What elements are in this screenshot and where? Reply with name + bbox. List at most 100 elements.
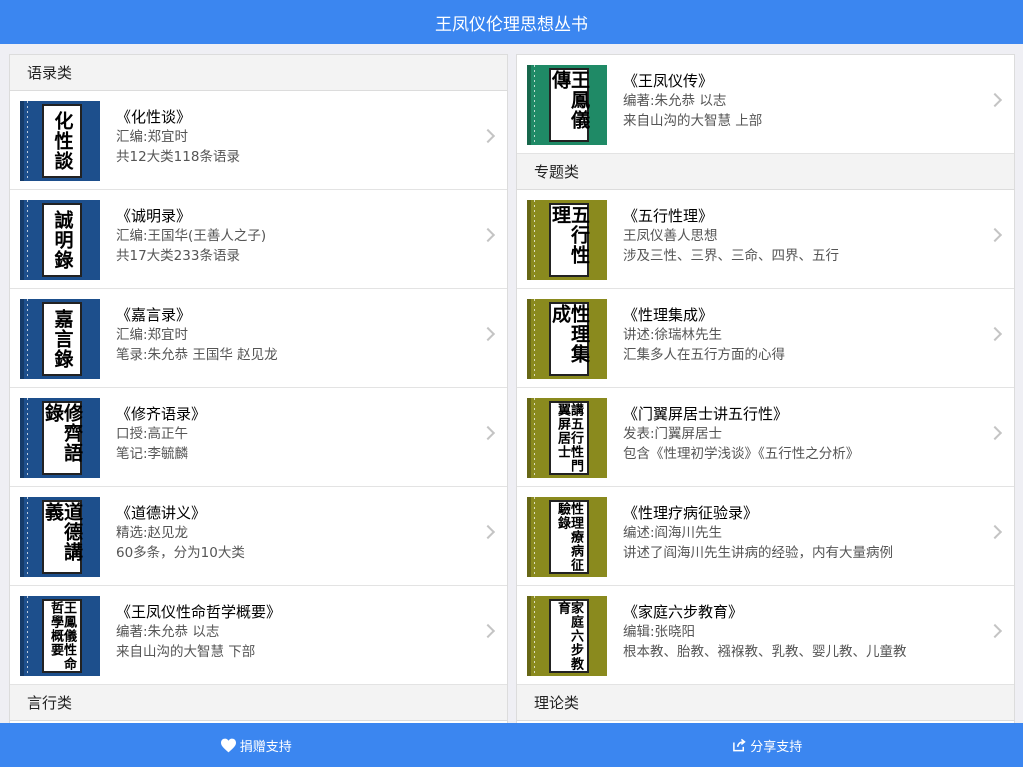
book-cover-title: 五行性理 — [549, 203, 590, 277]
book-title: 《王凤仪性命哲学概要》 — [116, 603, 282, 621]
book-title: 《门翼屏居士讲五行性》 — [623, 405, 789, 423]
section-title: 言行类 — [27, 694, 73, 712]
book-author: 编著:朱允恭 以志 — [623, 93, 727, 109]
book-item-wangfengyizhuan[interactable]: 王鳳儀傳 《王凤仪传》 编著:朱允恭 以志 来自山沟的大智慧 上部 — [517, 55, 1014, 154]
left-column: 语录类 化性談 《化性谈》 汇编:郑宜时 共12大类118条语录 誠明錄 《诚明… — [9, 54, 508, 734]
book-description: 根本教、胎教、襁褓教、乳教、婴儿教、儿童教 — [623, 644, 907, 660]
donate-label: 捐赠支持 — [239, 739, 292, 755]
app-header: 王凤仪伦理思想丛书 — [0, 0, 1023, 44]
chevron-right-icon — [480, 326, 496, 342]
book-description: 笔录:朱允恭 王国华 赵见龙 — [116, 347, 278, 363]
book-title: 《诚明录》 — [116, 207, 192, 225]
section-header-theory: 理论类 — [517, 685, 1014, 721]
book-cover-title: 家庭六步教育 — [549, 599, 589, 673]
book-description: 共17大类233条语录 — [116, 248, 240, 264]
book-description: 笔记:李毓麟 — [116, 446, 189, 462]
section-header-deeds: 言行类 — [10, 685, 507, 721]
book-cover: 誠明錄 — [20, 200, 102, 280]
book-title: 《性理疗病征验录》 — [623, 504, 759, 522]
book-cover-title: 王鳳儀性命哲學概要 — [42, 599, 82, 673]
share-label: 分享支持 — [750, 739, 803, 755]
chevron-right-icon — [480, 227, 496, 243]
book-title: 《道德讲义》 — [116, 504, 207, 522]
section-header-topics: 专题类 — [517, 154, 1014, 190]
book-cover-title: 嘉言錄 — [42, 302, 82, 376]
section-title: 语录类 — [27, 64, 73, 82]
book-cover-title: 講五行性門翼屏居士 — [549, 401, 589, 475]
bottom-toolbar: 捐赠支持 分享支持 — [0, 723, 1023, 767]
chevron-right-icon — [987, 227, 1003, 243]
book-description: 涉及三性、三界、三命、四界、五行 — [623, 248, 839, 264]
book-item-xiuqiyulu[interactable]: 修齊語錄 《修齐语录》 口授:高正午 笔记:李毓麟 — [10, 388, 507, 487]
book-title: 《修齐语录》 — [116, 405, 207, 423]
book-cover: 性理療病征驗錄 — [527, 497, 609, 577]
book-cover: 王鳳儀傳 — [527, 65, 609, 145]
book-title: 《嘉言录》 — [116, 306, 192, 324]
share-button[interactable]: 分享支持 — [512, 723, 1023, 767]
book-item-xinglijicheng[interactable]: 性理集成 《性理集成》 讲述:徐瑞林先生 汇集多人在五行方面的心得 — [517, 289, 1014, 388]
book-author: 编著:朱允恭 以志 — [116, 624, 220, 640]
book-cover-title: 道德講義 — [42, 500, 83, 574]
book-cover-title: 性理集成 — [549, 302, 590, 376]
chevron-right-icon — [987, 623, 1003, 639]
book-cover-title: 王鳳儀傳 — [549, 68, 590, 142]
section-header-quotes: 语录类 — [10, 55, 507, 91]
heart-icon — [220, 738, 236, 752]
right-column: 王鳳儀傳 《王凤仪传》 编著:朱允恭 以志 来自山沟的大智慧 上部 专题类 五行… — [516, 54, 1015, 734]
book-author: 讲述:徐瑞林先生 — [623, 327, 723, 343]
book-cover: 五行性理 — [527, 200, 609, 280]
book-title: 《性理集成》 — [623, 306, 714, 324]
chevron-right-icon — [480, 524, 496, 540]
chevron-right-icon — [480, 623, 496, 639]
book-author: 汇编:王国华(王善人之子) — [116, 228, 267, 244]
donate-button[interactable]: 捐赠支持 — [0, 723, 512, 767]
book-description: 汇集多人在五行方面的心得 — [623, 347, 785, 363]
book-author: 编辑:张晓阳 — [623, 624, 696, 640]
book-title: 《家庭六步教育》 — [623, 603, 744, 621]
book-cover: 家庭六步教育 — [527, 596, 609, 676]
chevron-right-icon — [480, 128, 496, 144]
book-cover: 王鳳儀性命哲學概要 — [20, 596, 102, 676]
book-item-huaxingtan[interactable]: 化性談 《化性谈》 汇编:郑宜时 共12大类118条语录 — [10, 91, 507, 190]
book-item-xingliliaobing[interactable]: 性理療病征驗錄 《性理疗病征验录》 编述:阎海川先生 讲述了阎海川先生讲病的经验… — [517, 487, 1014, 586]
book-cover-title: 性理療病征驗錄 — [549, 500, 589, 574]
book-title: 《五行性理》 — [623, 207, 714, 225]
share-icon — [733, 738, 746, 752]
book-cover: 道德講義 — [20, 497, 102, 577]
book-author: 编述:阎海川先生 — [623, 525, 723, 541]
book-item-daodejiangyi[interactable]: 道德講義 《道德讲义》 精选:赵见龙 60多条，分为10大类 — [10, 487, 507, 586]
section-title: 理论类 — [534, 694, 580, 712]
book-cover-title: 修齊語錄 — [42, 401, 83, 475]
chevron-right-icon — [987, 326, 1003, 342]
section-title: 专题类 — [534, 163, 580, 181]
book-cover: 嘉言錄 — [20, 299, 102, 379]
book-author: 发表:门翼屏居士 — [623, 426, 723, 442]
book-author: 汇编:郑宜时 — [116, 129, 189, 145]
book-item-menyipingjushi[interactable]: 講五行性門翼屏居士 《门翼屏居士讲五行性》 发表:门翼屏居士 包含《性理初学浅谈… — [517, 388, 1014, 487]
book-description: 60多条，分为10大类 — [116, 545, 245, 561]
book-description: 来自山沟的大智慧 上部 — [623, 113, 763, 129]
book-cover: 化性談 — [20, 101, 102, 181]
book-description: 来自山沟的大智慧 下部 — [116, 644, 256, 660]
book-title: 《化性谈》 — [116, 108, 192, 126]
book-title: 《王凤仪传》 — [623, 72, 714, 90]
book-item-jiatingliubu[interactable]: 家庭六步教育 《家庭六步教育》 编辑:张晓阳 根本教、胎教、襁褓教、乳教、婴儿教… — [517, 586, 1014, 685]
book-item-jiayanlu[interactable]: 嘉言錄 《嘉言录》 汇编:郑宜时 笔录:朱允恭 王国华 赵见龙 — [10, 289, 507, 388]
book-cover-title: 化性談 — [42, 104, 82, 178]
book-item-chengminglu[interactable]: 誠明錄 《诚明录》 汇编:王国华(王善人之子) 共17大类233条语录 — [10, 190, 507, 289]
book-item-zhexuegaiyao[interactable]: 王鳳儀性命哲學概要 《王凤仪性命哲学概要》 编著:朱允恭 以志 来自山沟的大智慧… — [10, 586, 507, 685]
book-author: 汇编:郑宜时 — [116, 327, 189, 343]
book-description: 包含《性理初学浅谈》《五行性之分析》 — [623, 446, 860, 462]
book-description: 讲述了阎海川先生讲病的经验，内有大量病例 — [623, 545, 893, 561]
book-author: 王凤仪善人思想 — [623, 228, 718, 244]
book-item-wuxingxingli[interactable]: 五行性理 《五行性理》 王凤仪善人思想 涉及三性、三界、三命、四界、五行 — [517, 190, 1014, 289]
book-author: 精选:赵见龙 — [116, 525, 189, 541]
page-title: 王凤仪伦理思想丛书 — [435, 14, 588, 35]
chevron-right-icon — [480, 425, 496, 441]
chevron-right-icon — [987, 425, 1003, 441]
book-cover: 性理集成 — [527, 299, 609, 379]
chevron-right-icon — [987, 524, 1003, 540]
chevron-right-icon — [987, 92, 1003, 108]
book-author: 口授:高正午 — [116, 426, 189, 442]
book-cover: 修齊語錄 — [20, 398, 102, 478]
